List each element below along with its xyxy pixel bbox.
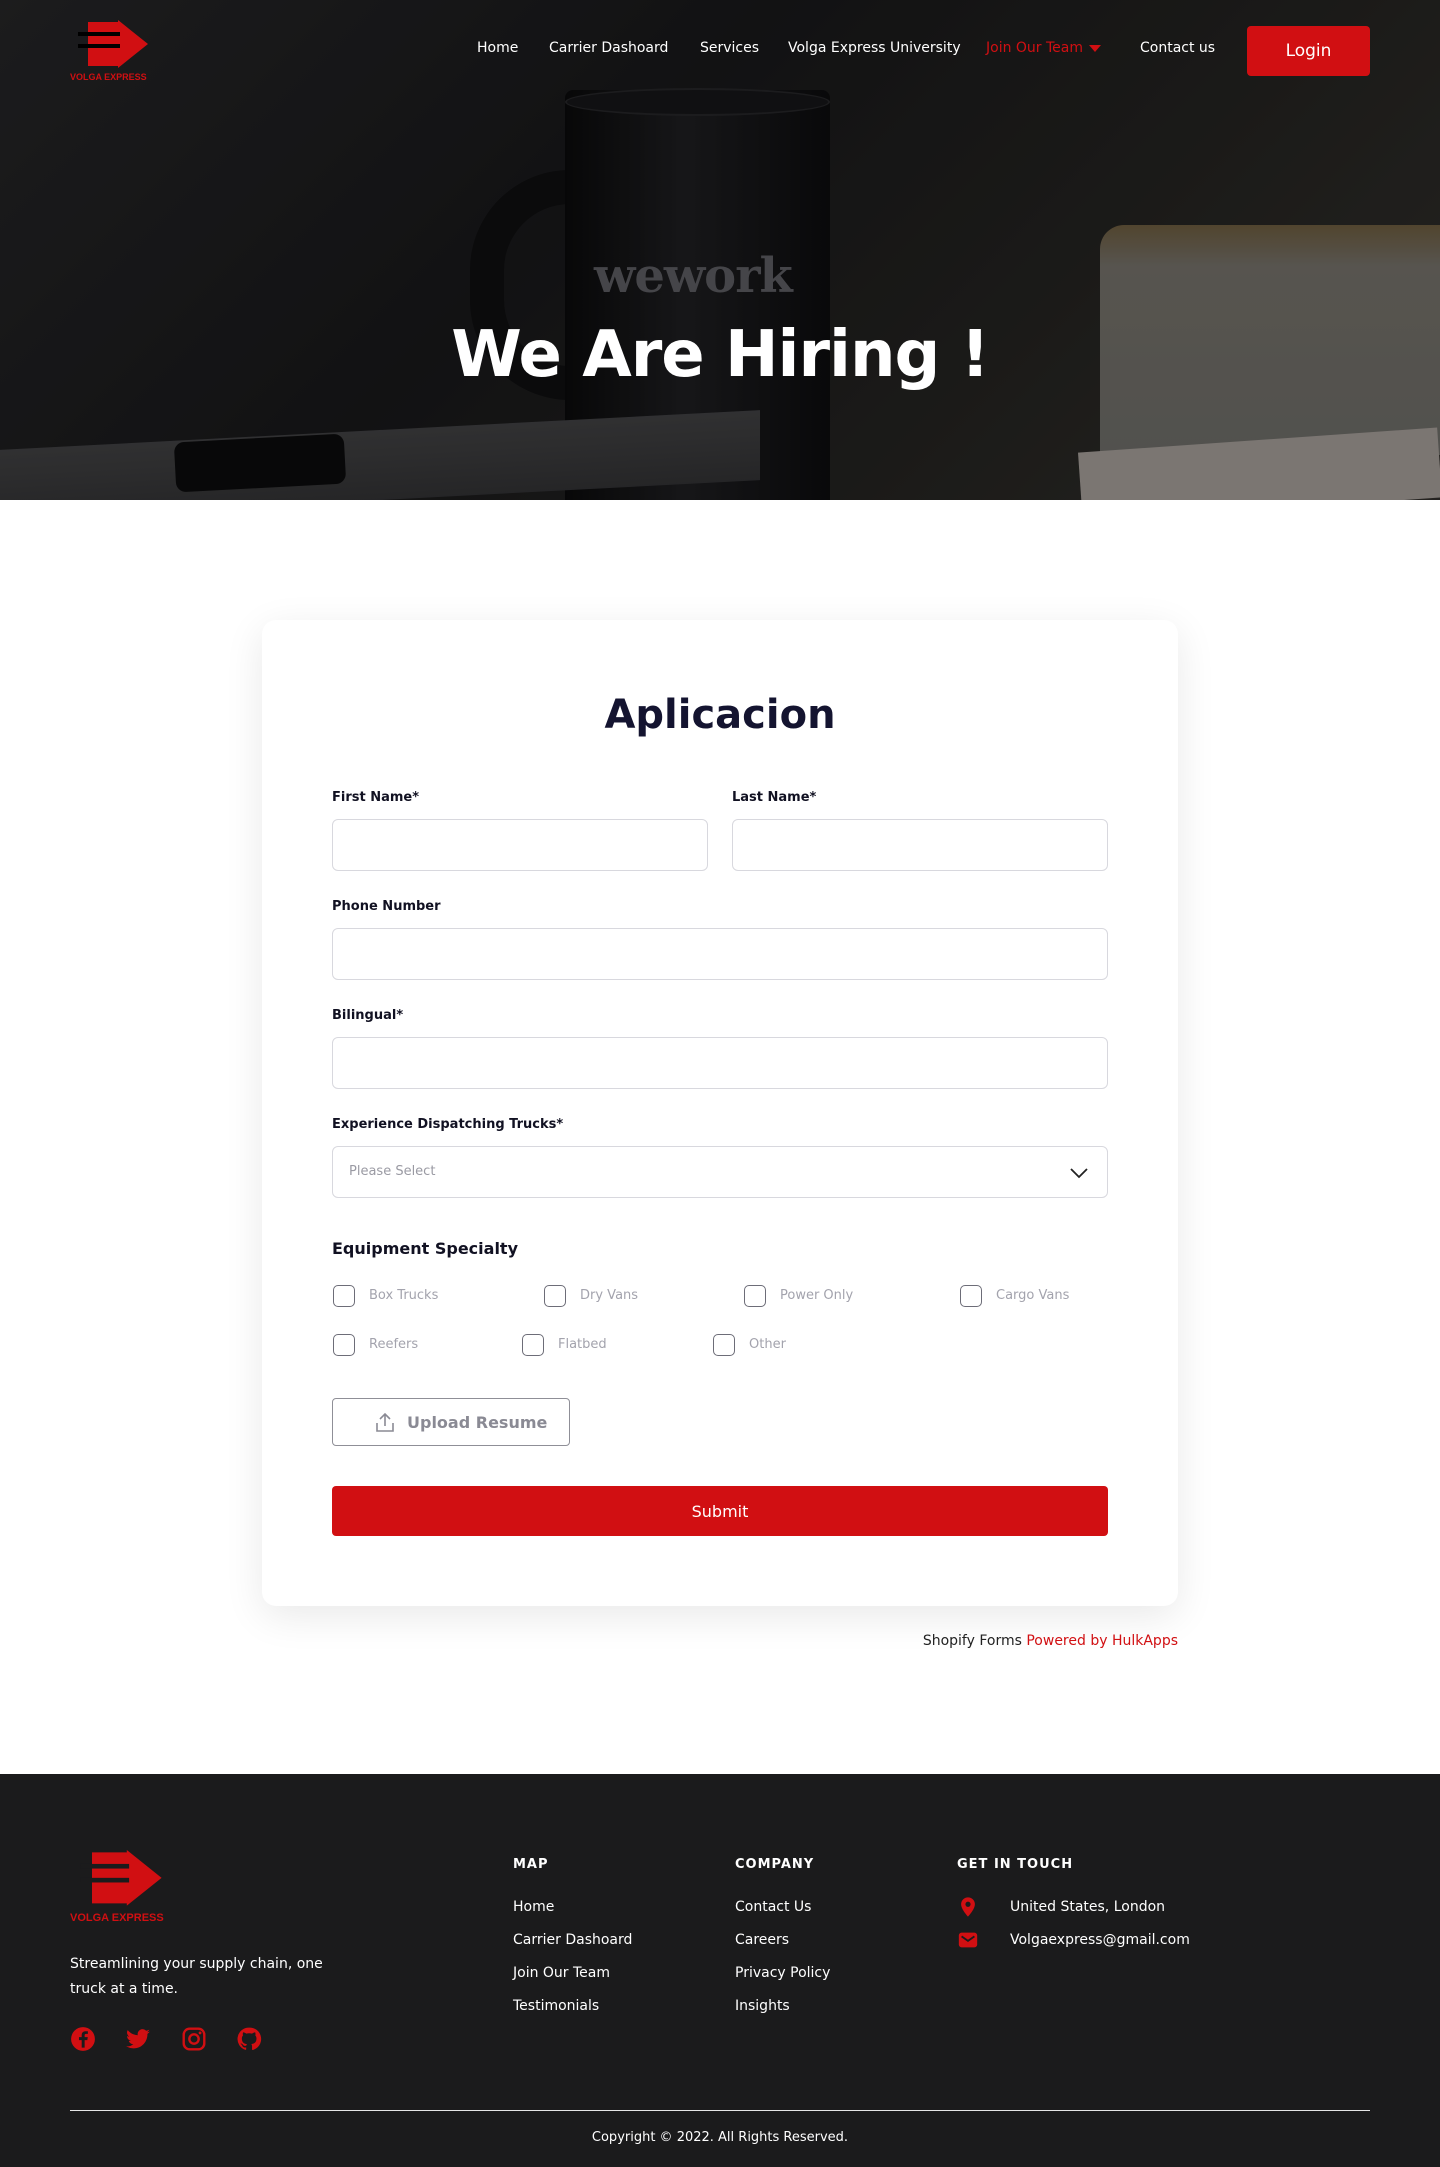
footer-link-privacy-policy[interactable]: Privacy Policy bbox=[735, 1965, 830, 1981]
checkbox-square bbox=[713, 1334, 735, 1356]
form-title: Aplicacion bbox=[604, 692, 836, 738]
first-name-label: First Name* bbox=[332, 790, 420, 805]
upload-resume-button[interactable]: Upload Resume bbox=[332, 1398, 570, 1446]
hero-overlay bbox=[0, 0, 1440, 500]
last-name-label: Last Name* bbox=[732, 790, 817, 805]
footer-logo[interactable]: VOLGA EXPRESS bbox=[70, 1850, 180, 1930]
hero-title: We Are Hiring ! bbox=[451, 318, 990, 392]
checkbox-label: Reefers bbox=[369, 1337, 419, 1352]
copyright: Copyright © 2022. All Rights Reserved. bbox=[591, 2130, 849, 2145]
experience-placeholder: Please Select bbox=[349, 1164, 436, 1179]
bilingual-label: Bilingual* bbox=[332, 1008, 404, 1023]
phone-label: Phone Number bbox=[332, 899, 441, 914]
mail-icon bbox=[958, 1932, 978, 1948]
checkbox-square bbox=[544, 1285, 566, 1307]
footer-link-home[interactable]: Home bbox=[513, 1899, 554, 1915]
checkbox-power-only[interactable]: Power Only bbox=[744, 1285, 874, 1309]
checkbox-label: Dry Vans bbox=[580, 1288, 639, 1303]
experience-select[interactable]: Please Select bbox=[332, 1146, 1108, 1198]
footer-location: United States, London bbox=[1010, 1899, 1166, 1915]
footer-link-careers[interactable]: Careers bbox=[735, 1932, 789, 1948]
footer-link-contact-us[interactable]: Contact Us bbox=[735, 1899, 811, 1915]
equipment-title: Equipment Specialty bbox=[332, 1239, 518, 1258]
caret-down-icon bbox=[1089, 44, 1102, 52]
nav-item-carrier-dashboard[interactable]: Carrier Dashoard bbox=[549, 40, 668, 56]
checkbox-label: Box Trucks bbox=[369, 1288, 439, 1303]
experience-label: Experience Dispatching Trucks* bbox=[332, 1117, 564, 1132]
checkbox-square bbox=[522, 1334, 544, 1356]
first-name-field[interactable] bbox=[332, 819, 708, 871]
login-button[interactable]: Login bbox=[1247, 26, 1370, 76]
hero-banner: wework We Are Hiring ! bbox=[0, 0, 1440, 500]
checkbox-label: Flatbed bbox=[558, 1337, 607, 1352]
nav-item-join-our-team[interactable]: Join Our Team bbox=[986, 40, 1102, 56]
phone-field[interactable] bbox=[332, 928, 1108, 980]
nav-item-services[interactable]: Services bbox=[700, 40, 759, 56]
checkbox-label: Power Only bbox=[780, 1288, 854, 1303]
nav-item-join-label: Join Our Team bbox=[986, 40, 1084, 56]
footer-contact-heading: GET IN TOUCH bbox=[957, 1857, 1074, 1872]
logo-text: VOLGA EXPRESS bbox=[70, 1912, 164, 1924]
nav-item-home[interactable]: Home bbox=[477, 40, 518, 56]
checkbox-square bbox=[333, 1334, 355, 1356]
footer-link-testimonials[interactable]: Testimonials bbox=[513, 1998, 599, 2014]
checkbox-square bbox=[333, 1285, 355, 1307]
footer-company-heading: COMPANY bbox=[735, 1857, 815, 1872]
checkbox-reefers[interactable]: Reefers bbox=[333, 1334, 443, 1358]
footer: VOLGA EXPRESS Streamlining your supply c… bbox=[0, 1774, 1440, 2167]
footer-link-carrier-dashboard[interactable]: Carrier Dashoard bbox=[513, 1932, 632, 1948]
checkbox-cargo-vans[interactable]: Cargo Vans bbox=[960, 1285, 1090, 1309]
twitter-icon[interactable] bbox=[125, 2026, 151, 2052]
last-name-field[interactable] bbox=[732, 819, 1108, 871]
checkbox-label: Other bbox=[749, 1337, 786, 1352]
powered-by-link[interactable]: Powered by HulkApps bbox=[1026, 1633, 1178, 1649]
github-icon[interactable] bbox=[236, 2026, 262, 2052]
footer-map-heading: MAP bbox=[513, 1857, 549, 1872]
location-pin-icon bbox=[961, 1897, 975, 1917]
checkbox-square bbox=[960, 1285, 982, 1307]
footer-divider bbox=[70, 2110, 1370, 2111]
footer-link-join-our-team[interactable]: Join Our Team bbox=[513, 1965, 610, 1981]
upload-icon bbox=[376, 1412, 394, 1432]
chevron-down-icon bbox=[1070, 1168, 1088, 1179]
checkbox-flatbed[interactable]: Flatbed bbox=[522, 1334, 632, 1358]
logo-text: VOLGA EXPRESS bbox=[70, 72, 147, 82]
nav-item-contact[interactable]: Contact us bbox=[1140, 40, 1215, 56]
footer-email-link[interactable]: Volgaexpress@gmail.com bbox=[1010, 1932, 1190, 1948]
powered-by: Shopify Forms Powered by HulkApps bbox=[923, 1633, 1178, 1649]
checkbox-other[interactable]: Other bbox=[713, 1334, 813, 1358]
instagram-icon[interactable] bbox=[181, 2026, 207, 2052]
logo-arrow-icon bbox=[80, 1850, 162, 1906]
checkbox-square bbox=[744, 1285, 766, 1307]
footer-tagline: Streamlining your supply chain, one truc… bbox=[70, 1956, 323, 1997]
checkbox-label: Cargo Vans bbox=[996, 1288, 1070, 1303]
bilingual-field[interactable] bbox=[332, 1037, 1108, 1089]
checkbox-box-trucks[interactable]: Box Trucks bbox=[333, 1285, 463, 1309]
main-nav: Home Carrier Dashoard Services Volga Exp… bbox=[0, 38, 1440, 62]
facebook-icon[interactable] bbox=[70, 2026, 96, 2052]
powered-prefix: Shopify Forms bbox=[922, 1633, 1022, 1649]
submit-button[interactable]: Submit bbox=[332, 1486, 1108, 1536]
checkbox-dry-vans[interactable]: Dry Vans bbox=[544, 1285, 664, 1309]
footer-link-insights[interactable]: Insights bbox=[735, 1998, 790, 2014]
nav-item-university[interactable]: Volga Express University bbox=[788, 40, 961, 56]
application-form: Aplicacion First Name* Last Name* Phone … bbox=[262, 620, 1178, 1606]
upload-resume-label: Upload Resume bbox=[407, 1413, 548, 1432]
